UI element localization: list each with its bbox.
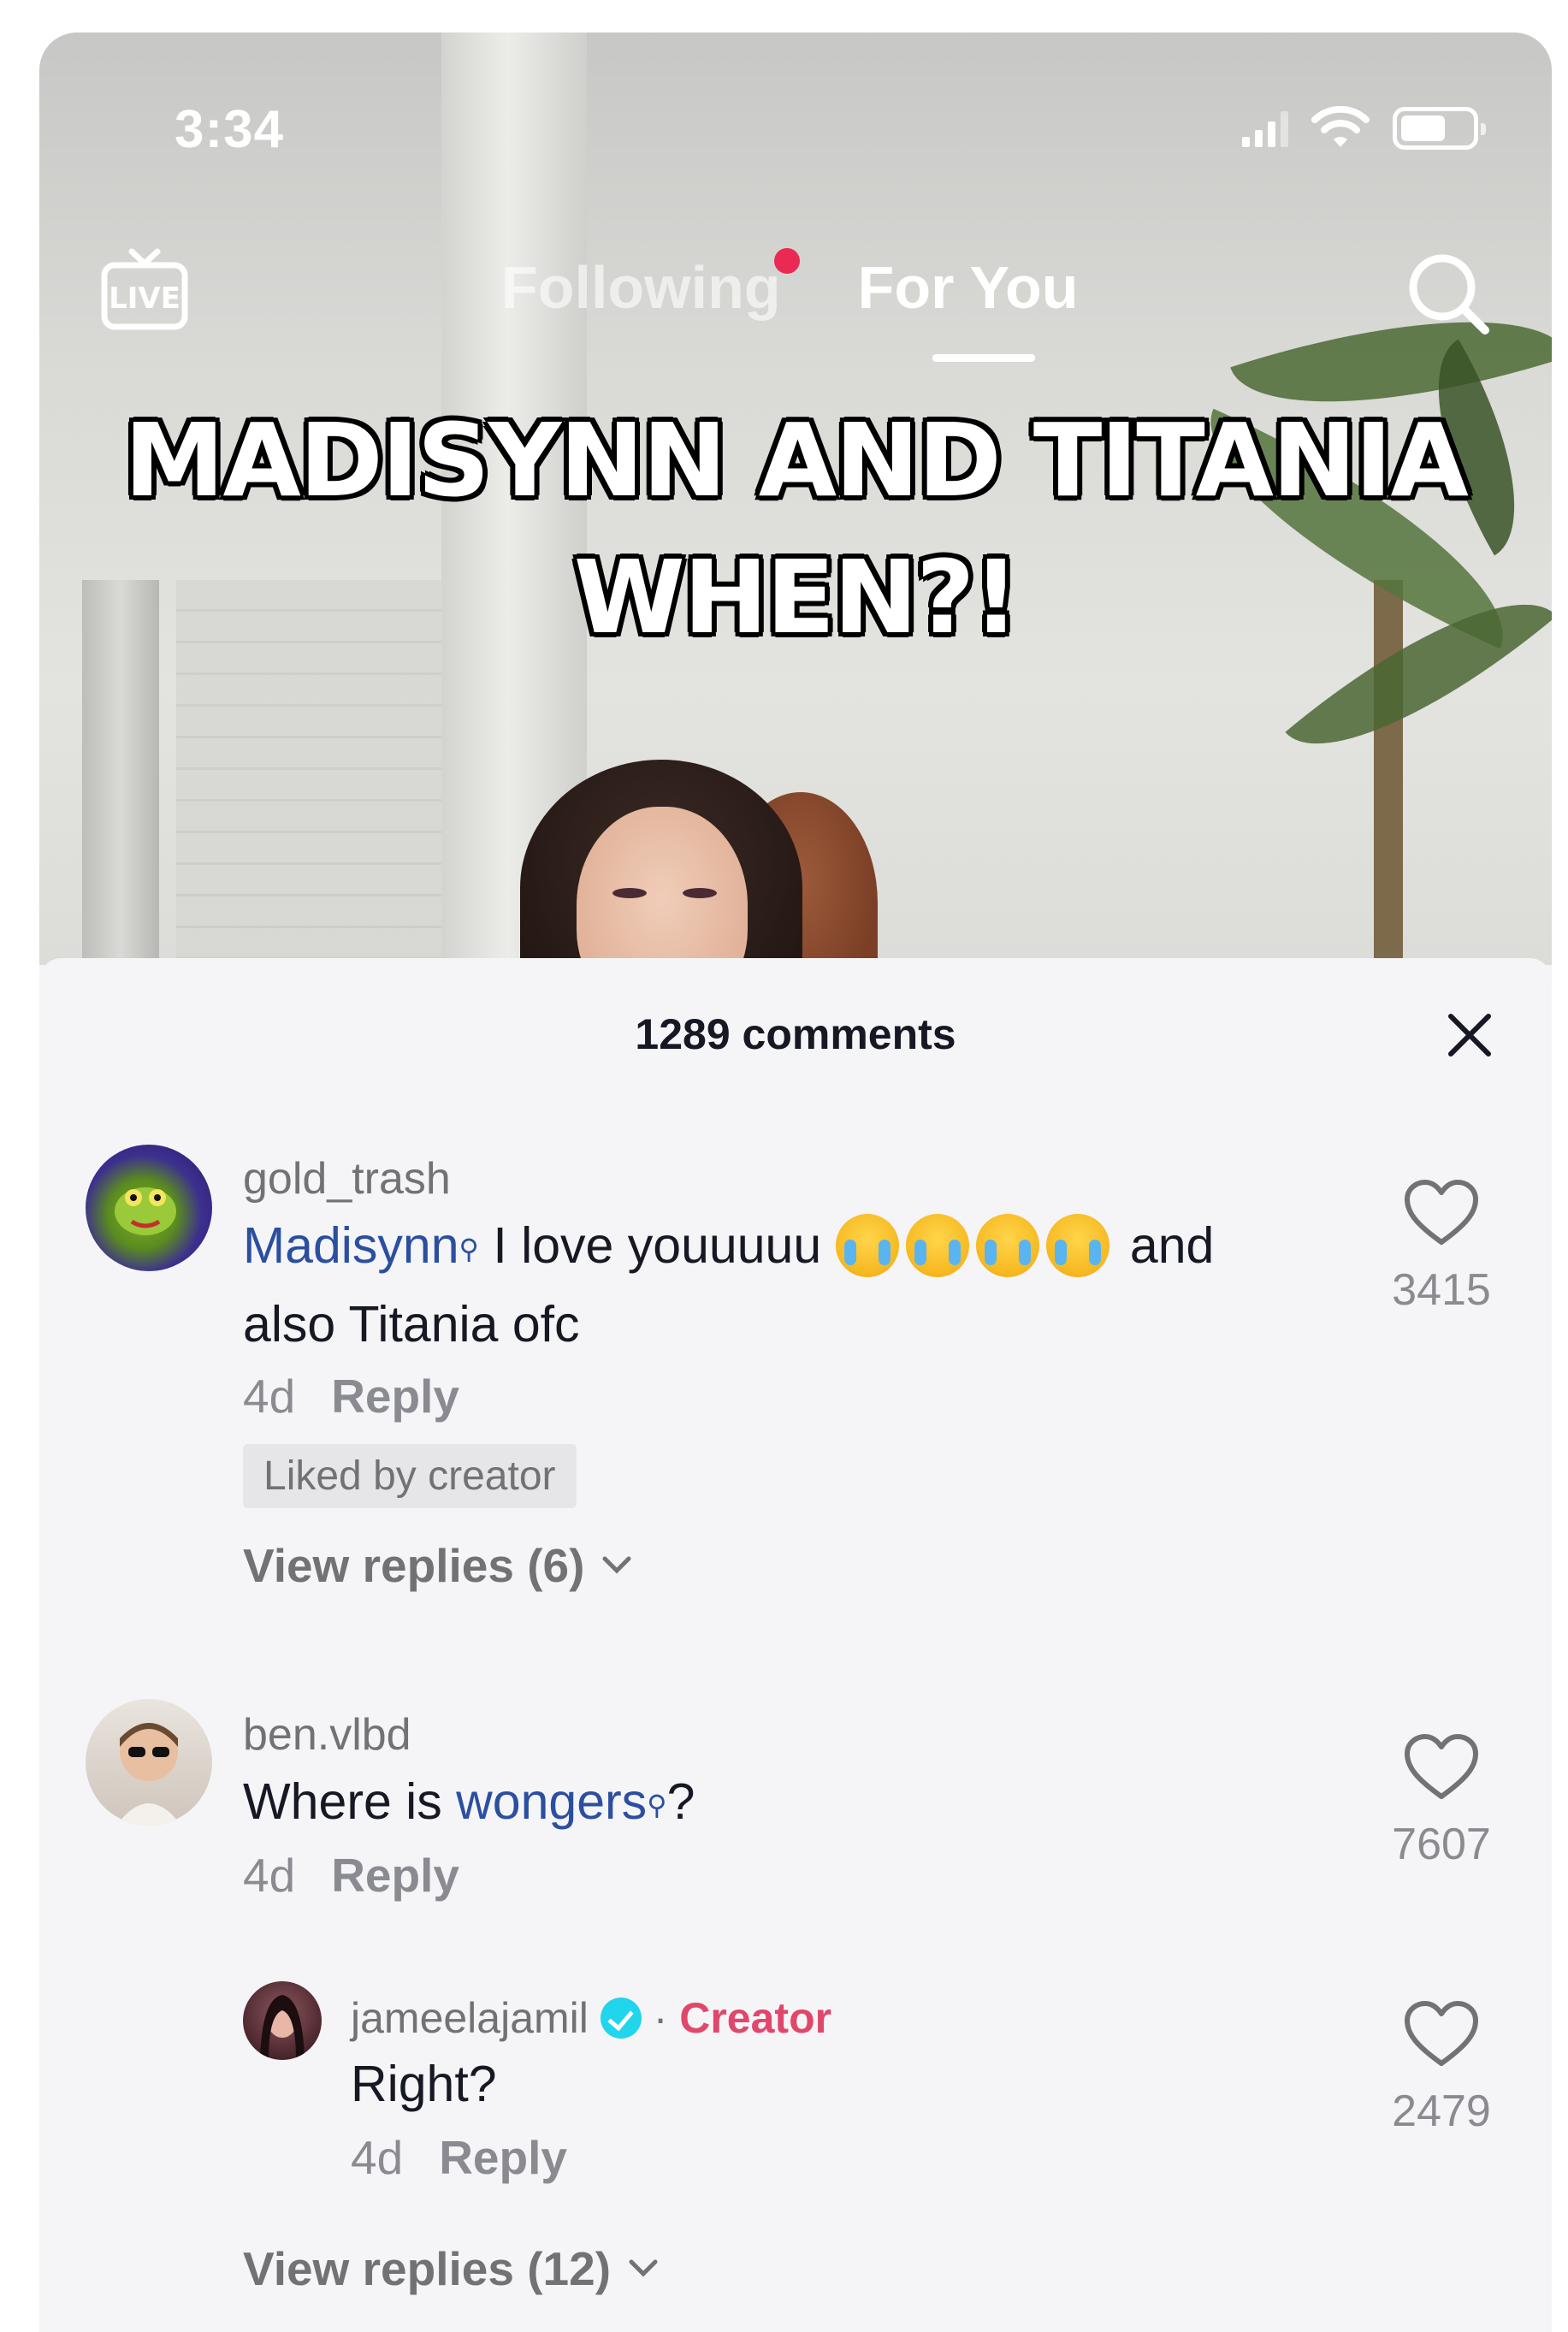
video-caption-line: MADISYNN AND TITANIA bbox=[124, 401, 1469, 519]
comments-count-title: 1289 comments bbox=[635, 1010, 956, 1058]
person-eye bbox=[612, 888, 647, 898]
comment-text: Right? bbox=[351, 2056, 497, 2112]
search-icon: ⚲ bbox=[459, 1234, 479, 1264]
mention-link[interactable]: wongers⚲ bbox=[456, 1773, 666, 1830]
search-icon[interactable] bbox=[1401, 246, 1495, 340]
like-count: 3415 bbox=[1392, 1265, 1491, 1315]
like-button[interactable]: 7607 bbox=[1369, 1726, 1514, 1870]
view-replies-label: View replies (6) bbox=[243, 1539, 585, 1592]
comments-sheet: 1289 comments gold_trash Madisynn⚲ I lov… bbox=[39, 958, 1552, 2332]
tab-for-you-label: For You bbox=[857, 254, 1079, 321]
status-time: 3:34 bbox=[175, 100, 285, 159]
tab-following-label: Following bbox=[501, 254, 781, 321]
like-count: 7607 bbox=[1392, 1820, 1491, 1869]
view-replies-label: View replies (12) bbox=[243, 2242, 612, 2295]
reply-username-row: jameelajamil · Creator bbox=[351, 1993, 831, 2043]
comment-text-segment: Where is bbox=[243, 1773, 457, 1830]
feed-tabs: Following For You bbox=[501, 248, 1079, 322]
verified-badge-icon bbox=[600, 1997, 642, 2039]
like-button[interactable]: 2479 bbox=[1369, 1993, 1514, 2137]
crying-face-emoji-icon bbox=[905, 1214, 969, 1278]
active-tab-indicator bbox=[932, 354, 1035, 362]
crying-face-emoji-icon bbox=[835, 1214, 899, 1278]
separator: · bbox=[641, 1994, 680, 2042]
comment-meta: 4d Reply bbox=[243, 1369, 459, 1423]
comment-age: 4d bbox=[243, 1849, 296, 1902]
crying-face-emoji-icon bbox=[1045, 1214, 1109, 1278]
person-eye bbox=[683, 888, 717, 898]
tab-for-you[interactable]: For You bbox=[858, 253, 1079, 322]
like-count: 2479 bbox=[1392, 2086, 1491, 2136]
liked-by-creator-badge: Liked by creator bbox=[243, 1444, 577, 1508]
mention-text: wongers bbox=[456, 1773, 648, 1830]
mention-link[interactable]: Madisynn⚲ bbox=[243, 1217, 479, 1274]
comment-text-segment: and bbox=[1115, 1217, 1215, 1274]
heart-icon bbox=[1405, 1734, 1478, 1799]
comment-age: 4d bbox=[243, 1370, 296, 1423]
search-icon: ⚲ bbox=[647, 1790, 667, 1820]
comment-text-segment: ? bbox=[666, 1773, 695, 1830]
avatar-woman-icon bbox=[260, 1995, 305, 2060]
comment-text-segment: I love youuuuu bbox=[478, 1217, 836, 1274]
comment-text: Madisynn⚲ I love youuuuu and also Titani… bbox=[243, 1206, 1415, 1364]
comment-meta: 4d Reply bbox=[243, 1848, 459, 1903]
like-button[interactable]: 3415 bbox=[1369, 1172, 1514, 1316]
battery-icon bbox=[1393, 107, 1486, 150]
crying-face-emoji-icon bbox=[975, 1214, 1039, 1278]
creator-label: Creator bbox=[679, 1994, 832, 2042]
avatar-frog-icon bbox=[115, 1187, 176, 1235]
tab-following[interactable]: Following bbox=[501, 248, 800, 322]
comment-username[interactable]: ben.vlbd bbox=[243, 1709, 411, 1761]
close-icon[interactable] bbox=[1442, 1008, 1497, 1062]
video-caption: MADISYNN AND TITANIA WHEN?! bbox=[39, 392, 1552, 666]
cellular-signal-icon bbox=[1242, 109, 1288, 147]
comment-text: Where is wongers⚲? bbox=[243, 1762, 1415, 1841]
comment-age: 4d bbox=[351, 2131, 404, 2184]
reply-button[interactable]: Reply bbox=[439, 2130, 567, 2185]
avatar[interactable] bbox=[86, 1699, 212, 1826]
phone-screen: 3:34 LIVE Following For You MADISYNN AND… bbox=[39, 33, 1552, 2332]
wifi-icon bbox=[1311, 106, 1370, 147]
comment-username[interactable]: gold_trash bbox=[243, 1153, 451, 1204]
avatar-child-icon bbox=[116, 1723, 181, 1826]
live-label: LIVE bbox=[109, 281, 180, 316]
avatar[interactable] bbox=[243, 1981, 322, 2060]
heart-icon bbox=[1405, 2001, 1478, 2066]
chevron-down-icon bbox=[629, 2259, 658, 2277]
reply-button[interactable]: Reply bbox=[331, 1848, 459, 1903]
view-replies-button[interactable]: View replies (6) bbox=[243, 1538, 634, 1593]
notification-dot bbox=[773, 248, 800, 274]
chevron-down-icon bbox=[602, 1556, 631, 1574]
comment-username[interactable]: jameelajamil bbox=[351, 1994, 589, 2042]
video-caption-line: WHEN?! bbox=[573, 538, 1020, 656]
live-tv-icon[interactable]: LIVE bbox=[99, 243, 190, 337]
video-player[interactable]: 3:34 LIVE Following For You MADISYNN AND… bbox=[39, 33, 1552, 965]
mention-text: Madisynn bbox=[243, 1217, 459, 1274]
status-icons bbox=[1242, 106, 1486, 151]
avatar[interactable] bbox=[86, 1145, 212, 1271]
comment-text-segment: also Titania ofc bbox=[243, 1296, 580, 1352]
comment-meta: 4d Reply bbox=[351, 2130, 567, 2185]
view-replies-button[interactable]: View replies (12) bbox=[243, 2241, 660, 2296]
heart-icon bbox=[1405, 1180, 1478, 1245]
reply-button[interactable]: Reply bbox=[331, 1369, 459, 1423]
